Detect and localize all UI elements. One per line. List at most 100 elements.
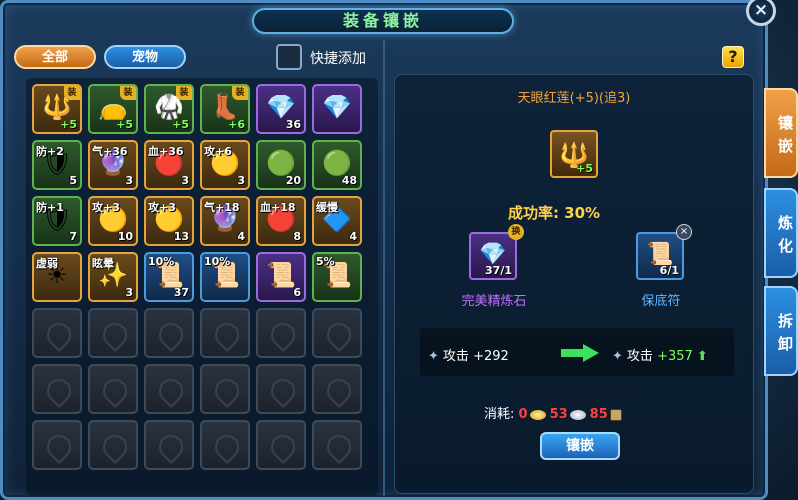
empty-slot[interactable] bbox=[312, 308, 362, 358]
attack-stat-icon: ✦ bbox=[612, 349, 623, 364]
inventory-slot[interactable]: 🔴 血+36 3 bbox=[144, 140, 194, 190]
inventory-slot[interactable]: 🟢 20 bbox=[256, 140, 306, 190]
cost-label: 消耗: bbox=[484, 407, 515, 422]
item-enhance-level: +5 bbox=[60, 118, 77, 131]
item-attribute-label: 血+18 bbox=[260, 201, 296, 214]
inventory-slot[interactable]: 💎 36 bbox=[256, 84, 306, 134]
material-charm-slot[interactable]: 📜 6/1 bbox=[636, 232, 684, 280]
inventory-slot[interactable]: 🟡 攻+6 3 bbox=[200, 140, 250, 190]
equipment-enhance-level: +5 bbox=[576, 162, 593, 175]
empty-slot[interactable] bbox=[256, 308, 306, 358]
silver-ingot-icon bbox=[569, 409, 586, 420]
inventory-slot[interactable]: 🟡 攻+3 13 bbox=[144, 196, 194, 246]
item-attribute-label: 气+18 bbox=[204, 201, 240, 214]
empty-slot[interactable] bbox=[88, 308, 138, 358]
item-count: 13 bbox=[173, 230, 189, 243]
item-attribute-label: 10% bbox=[148, 255, 175, 268]
item-count: 8 bbox=[293, 230, 301, 243]
remove-charm-button[interactable]: × bbox=[676, 224, 692, 240]
crystal-icon: 💎 bbox=[322, 93, 352, 121]
success-rate: 成功率: 30% bbox=[507, 204, 601, 222]
inventory-slot[interactable]: 👢 +6 装 bbox=[200, 84, 250, 134]
inventory-slot[interactable]: 📜 10% 37 bbox=[144, 252, 194, 302]
inventory-slot[interactable]: 🔮 气+18 4 bbox=[200, 196, 250, 246]
inventory-slot[interactable]: 📜 5% bbox=[312, 252, 362, 302]
inventory-slot[interactable]: 🔮 气+36 3 bbox=[88, 140, 138, 190]
empty-slot[interactable] bbox=[200, 308, 250, 358]
empty-slot[interactable] bbox=[200, 420, 250, 470]
item-attribute-label: 防+2 bbox=[36, 145, 64, 158]
inventory-grid: 🔱 +5 装 👝 +5 装 🥋 +5 装 👢 +6 装 💎 36 💎 🛡 防+2 5 🔮 气+36 3 🔴 血+36 3 🟡 攻+… bbox=[32, 84, 362, 470]
empty-slot[interactable] bbox=[144, 420, 194, 470]
stat-before-label: 攻击 bbox=[442, 349, 469, 364]
equipment-slot[interactable]: 🔱 +5 bbox=[550, 130, 598, 178]
empty-slot[interactable] bbox=[32, 364, 82, 414]
item-count: 6 bbox=[293, 286, 301, 299]
inventory-slot[interactable]: 🟡 攻+3 10 bbox=[88, 196, 138, 246]
gold-ingot-icon bbox=[529, 409, 546, 420]
item-count: 36 bbox=[285, 118, 301, 131]
cost-gold-value: 53 bbox=[549, 407, 568, 422]
empty-slot[interactable] bbox=[200, 364, 250, 414]
tab-inlay[interactable]: 镶嵌 bbox=[764, 88, 798, 178]
arrow-right-icon bbox=[561, 344, 599, 362]
inventory-slot[interactable]: ☀ 虚弱 bbox=[32, 252, 82, 302]
inventory-slot[interactable]: 🛡 防+2 5 bbox=[32, 140, 82, 190]
item-attribute-label: 缓慢 bbox=[316, 201, 338, 214]
inventory-slot[interactable]: 🥋 +5 装 bbox=[144, 84, 194, 134]
empty-slot[interactable] bbox=[144, 364, 194, 414]
jade-icon: 🟢 bbox=[322, 149, 352, 177]
tab-dismantle[interactable]: 拆卸 bbox=[764, 286, 798, 376]
inventory-slot[interactable]: 🟢 48 bbox=[312, 140, 362, 190]
arrow-up-icon: ⬆ bbox=[696, 349, 708, 364]
item-count: 4 bbox=[237, 230, 245, 243]
empty-slot[interactable] bbox=[88, 364, 138, 414]
empty-slot[interactable] bbox=[312, 364, 362, 414]
empty-slot[interactable] bbox=[32, 420, 82, 470]
inlay-button[interactable]: 镶嵌 bbox=[540, 432, 620, 460]
material-stone-slot[interactable]: 💎 37/1 bbox=[469, 232, 517, 280]
empty-slot[interactable] bbox=[256, 364, 306, 414]
inventory-slot[interactable]: 🔱 +5 装 bbox=[32, 84, 82, 134]
empty-slot[interactable] bbox=[32, 308, 82, 358]
inventory-slot[interactable]: 👝 +5 装 bbox=[88, 84, 138, 134]
item-attribute-label: 攻+6 bbox=[204, 145, 232, 158]
inventory-slot[interactable]: 📜 10% bbox=[200, 252, 250, 302]
attack-stat-icon: ✦ bbox=[428, 349, 439, 364]
empty-slot[interactable] bbox=[256, 420, 306, 470]
help-button[interactable]: ? bbox=[722, 46, 744, 68]
jade-icon: 🟢 bbox=[266, 149, 296, 177]
item-count: 20 bbox=[285, 174, 301, 187]
coin-icon bbox=[609, 408, 622, 421]
inventory-slot[interactable]: 🔷 缓慢 4 bbox=[312, 196, 362, 246]
empty-slot[interactable] bbox=[88, 420, 138, 470]
crystal-icon: 💎 bbox=[266, 93, 296, 121]
item-attribute-label: 虚弱 bbox=[36, 257, 58, 270]
window-title: 装备镶嵌 bbox=[252, 8, 514, 34]
item-enhance-level: +5 bbox=[116, 118, 133, 131]
material-charm-name: 保底符 bbox=[641, 294, 681, 309]
inventory-slot[interactable]: 🛡 防+1 7 bbox=[32, 196, 82, 246]
filter-all-button[interactable]: 全部 bbox=[14, 45, 96, 69]
quick-add-label: 快捷添加 bbox=[310, 51, 366, 67]
close-button[interactable]: × bbox=[746, 0, 776, 26]
item-count: 3 bbox=[181, 174, 189, 187]
item-count: 48 bbox=[341, 174, 357, 187]
inventory-slot[interactable]: 🔴 血+18 8 bbox=[256, 196, 306, 246]
tab-refine[interactable]: 炼化 bbox=[764, 188, 798, 278]
inventory-slot[interactable]: 📜 6 bbox=[256, 252, 306, 302]
equipped-badge: 装 bbox=[120, 86, 136, 100]
inventory-slot[interactable]: 💎 bbox=[312, 84, 362, 134]
quick-add-checkbox[interactable] bbox=[276, 44, 302, 70]
item-attribute-label: 攻+3 bbox=[148, 201, 176, 214]
filter-pet-button[interactable]: 宠物 bbox=[104, 45, 186, 69]
item-count: 3 bbox=[125, 286, 133, 299]
item-count: 3 bbox=[237, 174, 245, 187]
item-count: 3 bbox=[125, 174, 133, 187]
equipped-badge: 装 bbox=[232, 86, 248, 100]
item-count: 5 bbox=[69, 174, 77, 187]
swap-badge[interactable]: 换 bbox=[508, 224, 524, 240]
empty-slot[interactable] bbox=[144, 308, 194, 358]
empty-slot[interactable] bbox=[312, 420, 362, 470]
inventory-slot[interactable]: ✨ 眩晕 3 bbox=[88, 252, 138, 302]
